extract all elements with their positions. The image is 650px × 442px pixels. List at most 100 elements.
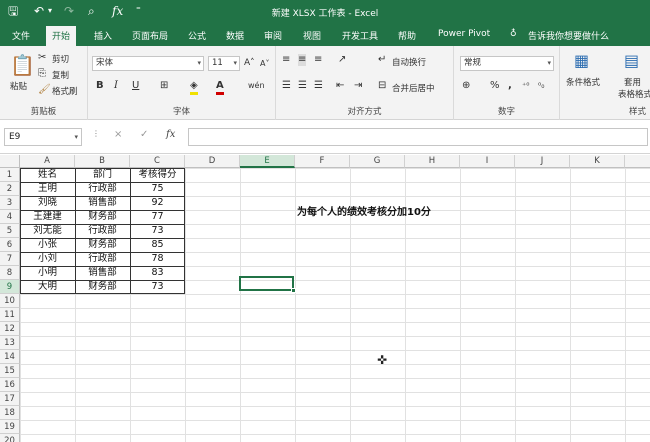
wrap-text-icon[interactable]: ↵	[378, 54, 386, 66]
merge-center-icon[interactable]: ⊟	[378, 80, 386, 92]
align-left-icon[interactable]: ☰	[282, 80, 291, 92]
number-format-select[interactable]: 常规 ▾	[460, 56, 554, 71]
row-header-8[interactable]: 8	[0, 266, 20, 280]
format-as-table-icon[interactable]: ▤	[624, 52, 639, 70]
cut-button[interactable]: 剪切	[52, 53, 69, 65]
tab-formulas[interactable]: 公式	[188, 29, 206, 42]
paste-button[interactable]: 粘贴	[10, 80, 27, 92]
row-header-20[interactable]: 20	[0, 434, 20, 442]
tab-home[interactable]: 开始	[46, 26, 77, 46]
merge-center-button[interactable]: 合并后居中	[392, 82, 435, 94]
fill-color-icon[interactable]: ◈	[190, 80, 198, 95]
instruction-text: 为每个人的绩效考核分加10分	[297, 207, 431, 218]
tab-file[interactable]: 文件	[12, 29, 30, 42]
increase-indent-icon[interactable]: ⇥	[354, 80, 362, 92]
row-header-19[interactable]: 19	[0, 420, 20, 434]
tell-me-box[interactable]: 告诉我你想要做什么	[528, 29, 609, 42]
tab-view[interactable]: 视图	[303, 29, 321, 42]
row-header-15[interactable]: 15	[0, 364, 20, 378]
format-painter-icon[interactable]: 🖌	[38, 84, 51, 96]
column-header-k[interactable]: K	[570, 155, 625, 168]
row-header-18[interactable]: 18	[0, 406, 20, 420]
column-header-j[interactable]: J	[515, 155, 570, 168]
format-painter-button[interactable]: 格式刷	[52, 85, 78, 97]
decrease-decimal-icon[interactable]: ⁰₀	[538, 80, 544, 92]
formula-bar-dots-icon[interactable]: ⋮	[92, 129, 100, 138]
align-bottom-icon[interactable]: ≡	[314, 54, 322, 66]
column-header-e[interactable]: E	[240, 155, 295, 168]
group-alignment: ≡ ≡ ≡ ↗ ↵ 自动换行 ☰ ☰ ☰ ⇤ ⇥ ⊟ 合并后居中 对齐方式	[276, 46, 454, 120]
copy-button[interactable]: 复制	[52, 69, 69, 81]
tab-review[interactable]: 审阅	[264, 29, 282, 42]
align-center-icon[interactable]: ☰	[298, 80, 307, 92]
row-header-2[interactable]: 2	[0, 182, 20, 196]
paste-icon[interactable]: 📋	[10, 54, 35, 76]
orientation-icon[interactable]: ↗	[338, 54, 346, 66]
formula-bar: E9 ▾ ⋮ × ✓ fx	[0, 120, 650, 154]
enter-icon[interactable]: ✓	[140, 129, 148, 140]
row-header-6[interactable]: 6	[0, 238, 20, 252]
conditional-format-button[interactable]: 条件格式	[566, 76, 600, 88]
tab-data[interactable]: 数据	[226, 29, 244, 42]
tab-power-pivot[interactable]: Power Pivot	[438, 29, 490, 39]
selected-cell-e9[interactable]	[239, 276, 294, 291]
row-header-16[interactable]: 16	[0, 378, 20, 392]
row-header-10[interactable]: 10	[0, 294, 20, 308]
increase-decimal-icon[interactable]: ⁺⁰	[522, 80, 529, 92]
percent-button[interactable]: %	[490, 80, 500, 92]
row-header-17[interactable]: 17	[0, 392, 20, 406]
column-header-g[interactable]: G	[350, 155, 405, 168]
fill-handle[interactable]	[291, 288, 296, 293]
row-header-14[interactable]: 14	[0, 350, 20, 364]
column-header-f[interactable]: F	[295, 155, 350, 168]
column-header-d[interactable]: D	[185, 155, 240, 168]
row-header-3[interactable]: 3	[0, 196, 20, 210]
name-box[interactable]: E9 ▾	[4, 128, 82, 146]
bold-button[interactable]: B	[96, 80, 104, 92]
tab-insert[interactable]: 插入	[94, 29, 112, 42]
cancel-icon[interactable]: ×	[114, 129, 122, 140]
select-all-corner[interactable]	[0, 155, 20, 168]
currency-icon[interactable]: ⊕	[462, 80, 470, 92]
borders-icon[interactable]: ⊞	[160, 80, 168, 92]
row-header-13[interactable]: 13	[0, 336, 20, 350]
copy-icon[interactable]: ⎘	[38, 68, 46, 80]
column-header-b[interactable]: B	[75, 155, 130, 168]
column-header-i[interactable]: I	[460, 155, 515, 168]
insert-function-icon[interactable]: fx	[166, 129, 175, 140]
column-header-a[interactable]: A	[20, 155, 75, 168]
row-header-5[interactable]: 5	[0, 224, 20, 238]
row-header-4[interactable]: 4	[0, 210, 20, 224]
row-header-9[interactable]: 9	[0, 280, 20, 294]
underline-button[interactable]: U	[132, 80, 139, 92]
tab-help[interactable]: 帮助	[398, 29, 416, 42]
decrease-indent-icon[interactable]: ⇤	[336, 80, 344, 92]
align-right-icon[interactable]: ☰	[314, 80, 323, 92]
font-name-select[interactable]: 宋体 ▾	[92, 56, 204, 71]
column-header-l[interactable]: L	[625, 155, 650, 168]
tab-developer[interactable]: 开发工具	[342, 29, 378, 42]
align-middle-icon[interactable]: ≡	[298, 54, 307, 66]
wrap-text-button[interactable]: 自动换行	[392, 56, 426, 68]
font-size-select[interactable]: 11 ▾	[208, 56, 240, 71]
format-as-table-button-line2[interactable]: 表格格式	[618, 88, 650, 100]
column-header-c[interactable]: C	[130, 155, 185, 168]
column-header-h[interactable]: H	[405, 155, 460, 168]
tab-page-layout[interactable]: 页面布局	[132, 29, 168, 42]
format-as-table-button-line1[interactable]: 套用	[624, 76, 641, 88]
phonetic-icon[interactable]: wén	[248, 80, 265, 92]
row-header-7[interactable]: 7	[0, 252, 20, 266]
cut-icon[interactable]: ✂	[38, 52, 46, 64]
row-header-1[interactable]: 1	[0, 168, 20, 182]
comma-style-button[interactable]: ,	[508, 80, 512, 92]
grow-font-icon[interactable]: A˄	[244, 57, 255, 69]
shrink-font-icon[interactable]: A˅	[260, 58, 269, 70]
conditional-format-icon[interactable]: ▦	[574, 52, 589, 70]
row-header-12[interactable]: 12	[0, 322, 20, 336]
align-top-icon[interactable]: ≡	[282, 54, 290, 66]
font-color-icon[interactable]: A	[216, 80, 224, 95]
italic-button[interactable]: I	[114, 80, 118, 92]
ribbon-home: 📋 粘贴 ✂ 剪切 ⎘ 复制 🖌 格式刷 剪贴板 宋体 ▾ 11 ▾ A˄ A˅ B…	[0, 46, 650, 120]
row-header-11[interactable]: 11	[0, 308, 20, 322]
formula-input[interactable]	[188, 128, 648, 146]
